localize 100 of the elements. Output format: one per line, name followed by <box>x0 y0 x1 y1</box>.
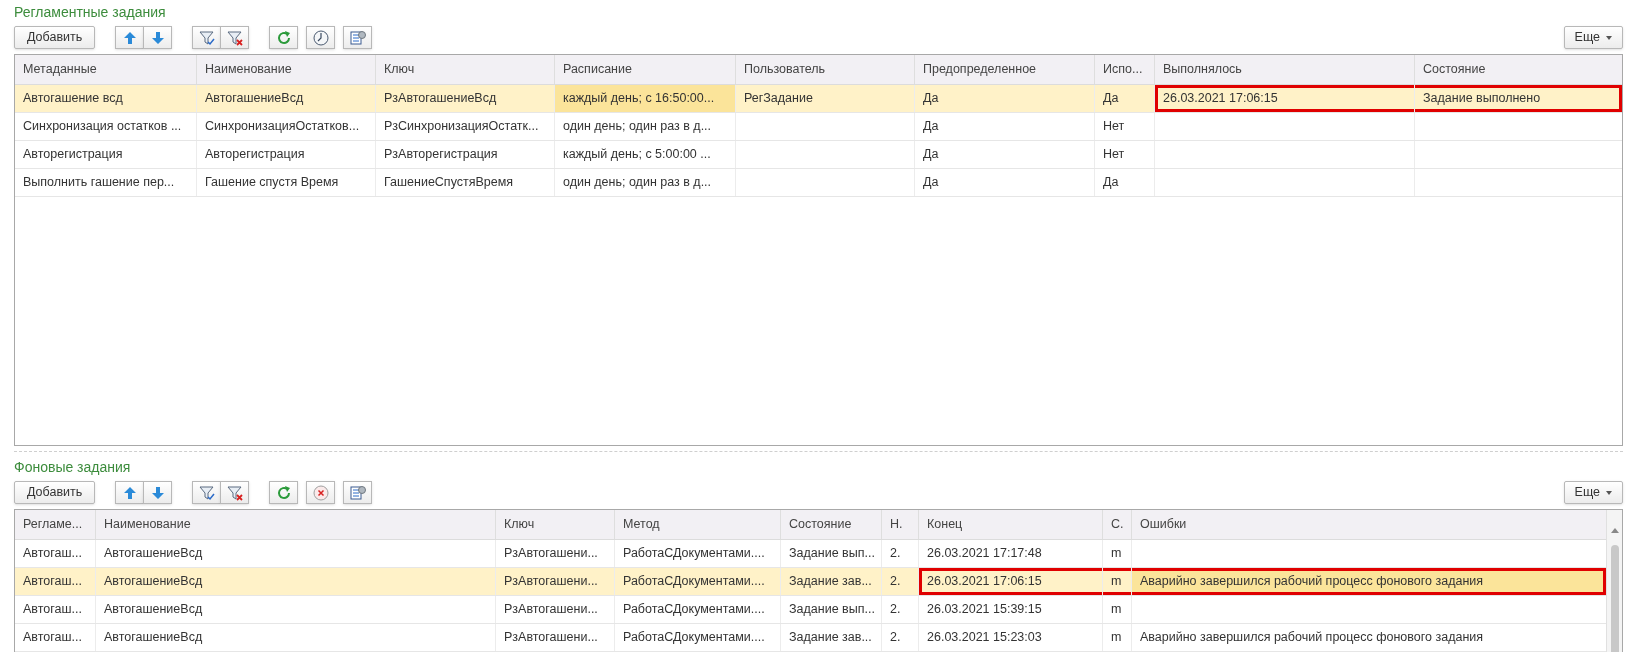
table-cell: 26.03.2021 15:23:03 <box>918 623 1102 651</box>
table-cell-text: Синхронизация остатков ... <box>22 118 183 136</box>
table-cell: РаботаСДокументами.... <box>614 623 780 651</box>
settings-icon[interactable] <box>343 481 373 504</box>
table-row[interactable]: Автогаш... АвтогашениеВсд РзАвтогашени... РаботаСДокументами.... Задание вып... 2. 26.03.2021 15:39:15 m <box>15 595 1606 624</box>
add-button[interactable]: Добавить <box>14 26 96 49</box>
filter-check-icon[interactable] <box>192 481 222 504</box>
table-cell: РзАвтогашени... <box>495 567 614 595</box>
table-cell: m <box>1102 623 1131 651</box>
table-cell: РзАвтогашени... <box>495 595 614 623</box>
table-cell: РзАвторегистрация <box>375 140 554 168</box>
table-cell: 2. <box>881 595 918 623</box>
table-row[interactable]: Автогашение всд АвтогашениеВсд РзАвтогашениеВсд каждый день; с 16:50:00... РегЗадание Да Да 26.03.2021 17:06:15 Задание выполнено <box>15 84 1622 113</box>
table-cell: РзСинхронизацияОстатк... <box>375 112 554 140</box>
column-header[interactable]: Расписание <box>554 55 735 84</box>
table-cell: Задание вып... <box>780 539 881 567</box>
table-cell: Да <box>1094 168 1154 196</box>
table-cell-text: Автогаш... <box>22 544 83 562</box>
section-title: Регламентные задания <box>14 3 167 21</box>
table-cell: каждый день; с 16:50:00... <box>554 84 735 112</box>
column-header[interactable]: Состояние <box>1414 55 1622 84</box>
caret-icon <box>1606 490 1612 495</box>
table-cell: РаботаСДокументами.... <box>614 539 780 567</box>
column-header[interactable]: Метаданные <box>15 55 196 84</box>
table-cell: Да <box>914 84 1094 112</box>
table-cell: АвтогашениеВсд <box>196 84 375 112</box>
table-cell: 26.03.2021 17:17:48 <box>918 539 1102 567</box>
table-cell: m <box>1102 539 1131 567</box>
scroll-up-icon[interactable] <box>1610 528 1619 533</box>
column-header[interactable]: Конец <box>918 510 1102 539</box>
table-cell: Задание зав... <box>780 623 881 651</box>
column-header[interactable]: Регламе... <box>15 510 95 539</box>
column-header[interactable]: С. <box>1102 510 1131 539</box>
column-header[interactable]: Метод <box>614 510 780 539</box>
column-header[interactable]: Пользователь <box>735 55 914 84</box>
table-cell-text: Автогашение всд <box>22 90 124 108</box>
add-button[interactable]: Добавить <box>14 481 96 504</box>
more-button[interactable]: Еще <box>1563 26 1623 49</box>
cancel-icon[interactable] <box>306 481 336 504</box>
table-cell: Задание выполнено <box>1414 84 1622 112</box>
table-row[interactable]: Авторегистрация Авторегистрация РзАвторегистрация каждый день; с 5:00:00 ... Да Нет <box>15 140 1622 169</box>
table-cell: РаботаСДокументами.... <box>614 567 780 595</box>
table-cell: РзАвтогашени... <box>495 539 614 567</box>
scrollbar[interactable] <box>1606 510 1622 652</box>
table-cell: Да <box>1094 84 1154 112</box>
table-cell: Да <box>914 112 1094 140</box>
table-cell-text: Выполнить гашение пер... <box>22 174 176 192</box>
filter-check-icon[interactable] <box>192 26 222 49</box>
table-cell: Авторегистрация <box>196 140 375 168</box>
column-header[interactable]: Предопределенное <box>914 55 1094 84</box>
column-header[interactable]: Испо... <box>1094 55 1154 84</box>
table-cell-text: Автогаш... <box>22 572 83 590</box>
column-header[interactable]: Выполнялось <box>1154 55 1414 84</box>
table-cell: Задание зав... <box>780 567 881 595</box>
table-cell: РегЗадание <box>735 84 914 112</box>
table-cell: 2. <box>881 567 918 595</box>
table-cell: АвтогашениеВсд <box>95 539 495 567</box>
table-cell: Гашение спустя Время <box>196 168 375 196</box>
table-row[interactable]: Автогаш... АвтогашениеВсд РзАвтогашени... РаботаСДокументами.... Задание зав... 2. 26.03.2021 17:06:15 m Аварийно завершился рабочий процесс фонового задания <box>15 567 1606 596</box>
scrollbar-thumb[interactable] <box>1610 545 1619 652</box>
caret-icon <box>1606 35 1612 40</box>
table-row[interactable]: Синхронизация остатков ... СинхронизацияОстатков... РзСинхронизацияОстатк... один день; один раз в д... Да Нет <box>15 112 1622 141</box>
table-cell: 2. <box>881 623 918 651</box>
table-cell: Да <box>914 140 1094 168</box>
settings-icon[interactable] <box>343 26 373 49</box>
table-row[interactable]: Выполнить гашение пер... Гашение спустя Время ГашениеСпустяВремя один день; один раз в д... Да Да <box>15 168 1622 197</box>
filter-clear-icon[interactable] <box>220 481 250 504</box>
column-header[interactable]: Состояние <box>780 510 881 539</box>
table-row[interactable]: Автогаш... АвтогашениеВсд РзАвтогашени... РаботаСДокументами.... Задание вып... 2. 26.03.2021 17:17:48 m <box>15 539 1606 568</box>
table-cell: АвтогашениеВсд <box>95 567 495 595</box>
table-cell: один день; один раз в д... <box>554 168 735 196</box>
column-header[interactable]: Ключ <box>375 55 554 84</box>
refresh-icon[interactable] <box>269 26 299 49</box>
table-cell-text: Авторегистрация <box>22 146 124 164</box>
table-cell: СинхронизацияОстатков... <box>196 112 375 140</box>
section-title: Фоновые задания <box>14 458 132 476</box>
table-cell: 26.03.2021 17:06:15 <box>918 567 1102 595</box>
clock-icon[interactable] <box>306 26 336 49</box>
refresh-icon[interactable] <box>269 481 299 504</box>
table-cell: РаботаСДокументами.... <box>614 595 780 623</box>
table-cell: 2. <box>881 539 918 567</box>
table-cell: Аварийно завершился рабочий процесс фонового задания <box>1131 567 1606 595</box>
table-cell: АвтогашениеВсд <box>95 595 495 623</box>
more-button[interactable]: Еще <box>1563 481 1623 504</box>
table-cell: каждый день; с 5:00:00 ... <box>554 140 735 168</box>
table-cell: 26.03.2021 15:39:15 <box>918 595 1102 623</box>
column-header[interactable]: Наименование <box>95 510 495 539</box>
table-cell: Задание вып... <box>780 595 881 623</box>
table-cell: Нет <box>1094 140 1154 168</box>
table-cell: АвтогашениеВсд <box>95 623 495 651</box>
table-cell: m <box>1102 567 1131 595</box>
filter-clear-icon[interactable] <box>220 26 250 49</box>
column-header[interactable]: Ключ <box>495 510 614 539</box>
table-cell-text: Автогаш... <box>22 628 83 646</box>
table-cell-text: Автогаш... <box>22 600 83 618</box>
table-cell: m <box>1102 595 1131 623</box>
table-row[interactable]: Автогаш... АвтогашениеВсд РзАвтогашени... РаботаСДокументами.... Задание зав... 2. 26.03.2021 15:23:03 m Аварийно завершился рабочий процесс фонового задания <box>15 623 1606 652</box>
column-header[interactable]: Н. <box>881 510 918 539</box>
table-cell: Да <box>914 168 1094 196</box>
column-header[interactable]: Наименование <box>196 55 375 84</box>
